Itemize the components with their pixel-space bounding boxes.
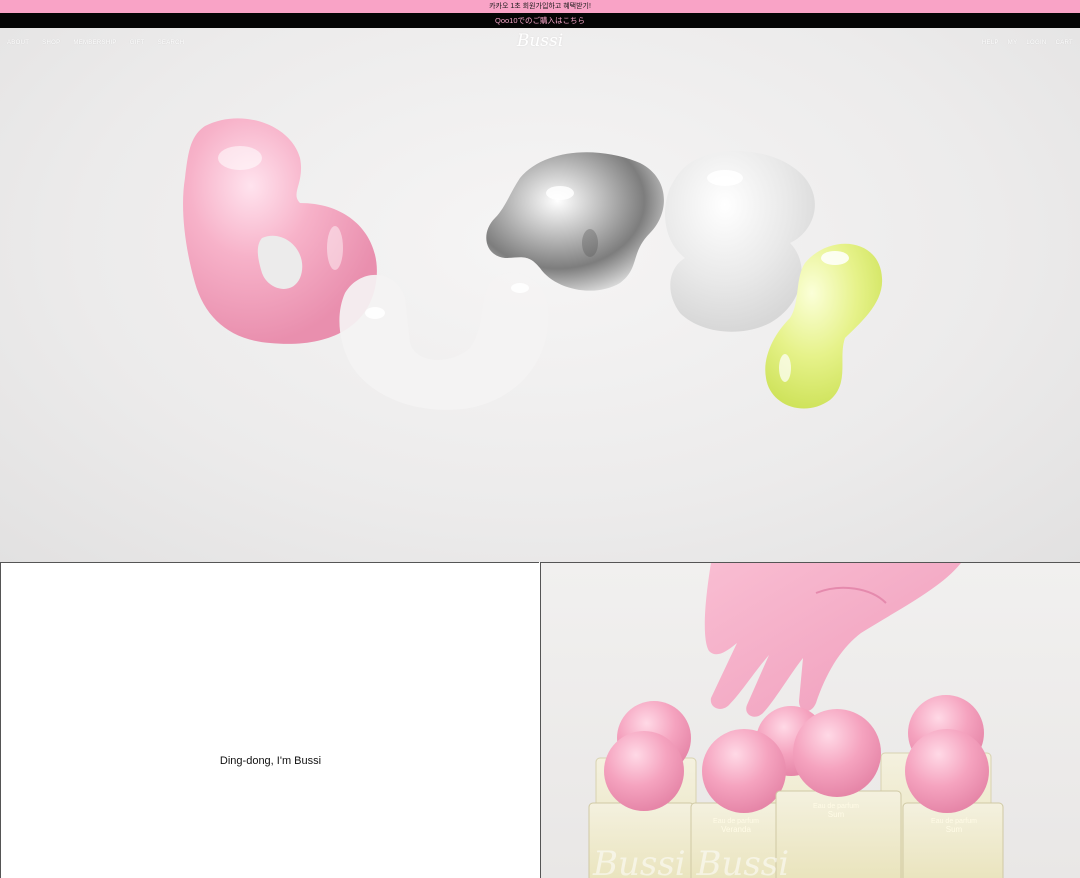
- bottle-label-veranda: Eau de parfum Veranda: [713, 818, 759, 834]
- nav-help[interactable]: HELP: [982, 40, 999, 46]
- intro-tagline: Ding-dong, I'm Bussi: [219, 755, 322, 767]
- svg-text:Bussi Bussi: Bussi Bussi: [592, 844, 789, 878]
- nav-login[interactable]: LOGIN: [1026, 40, 1046, 46]
- nav-my[interactable]: MY: [1008, 40, 1018, 46]
- silver-letter-balloon: [486, 152, 664, 291]
- white-letter-balloon: [339, 272, 549, 410]
- bottle-front-sum-right: [902, 729, 1004, 878]
- bottle-label-sum-right: Eau de parfum Sum: [931, 818, 977, 834]
- announcement-bar-qoo10[interactable]: Qoo10でのご購入はこちら: [0, 13, 1080, 28]
- nav-gift[interactable]: GIFT: [130, 40, 145, 46]
- nav-about[interactable]: ABOUT: [7, 40, 29, 46]
- announcement-kakao-text[interactable]: 카카오 1초 회원가입하고 혜택받기!: [489, 3, 591, 10]
- white-s-letter-balloon: [665, 151, 815, 332]
- pink-glove: [704, 563, 961, 717]
- announcement-bar-kakao[interactable]: 카카오 1초 회원가입하고 혜택받기!: [0, 0, 1080, 13]
- product-photo: Bussi Bussi Eau de parfum Veranda Eau de…: [540, 562, 1080, 878]
- bottle-label-sum-center: Eau de parfum Sum: [813, 803, 859, 819]
- announcement-qoo10-text[interactable]: Qoo10でのご購入はこちら: [495, 16, 585, 25]
- intro-panel: Ding-dong, I'm Bussi: [0, 562, 539, 878]
- nav-search[interactable]: SEARCH: [158, 40, 185, 46]
- nav-membership[interactable]: MEMBERSHIP: [73, 40, 116, 46]
- brand-logo[interactable]: Bussi: [512, 31, 568, 51]
- perfume-bottles-photo: Bussi Bussi: [588, 563, 1004, 878]
- hero-section: ABOUT SHOP MEMBERSHIP GIFT SEARCH HELP M…: [0, 28, 1080, 562]
- nav-shop[interactable]: SHOP: [42, 40, 60, 46]
- nav-cart[interactable]: CART: [1056, 40, 1073, 46]
- hero-bussi-balloon-letters: [183, 118, 883, 410]
